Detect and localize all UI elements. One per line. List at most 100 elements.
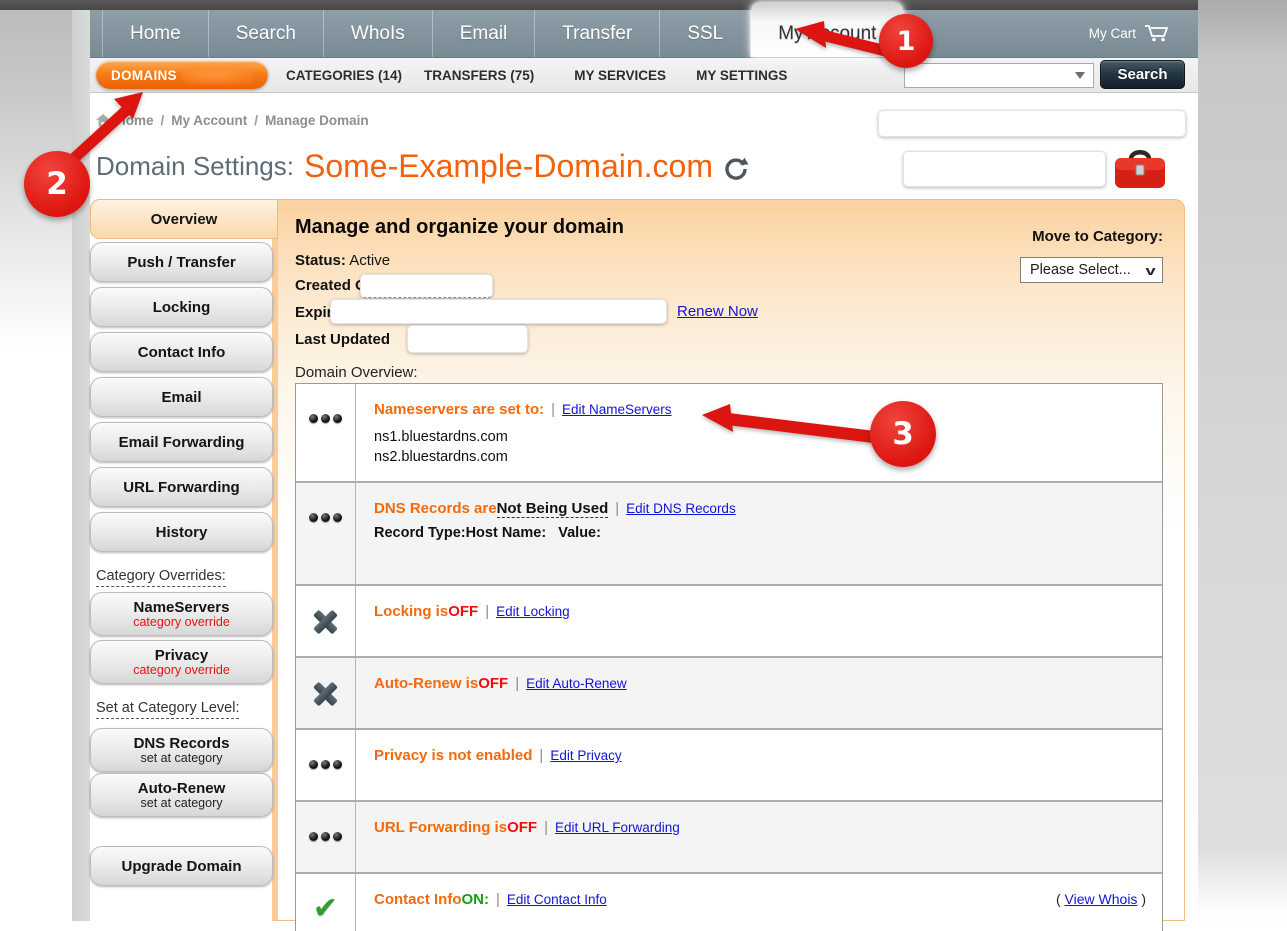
view-whois-link[interactable]: View Whois (1065, 891, 1138, 907)
dots-icon (309, 513, 342, 584)
redacted-text-blur (182, 65, 254, 84)
overview-row: Privacy is not enabled | Edit Privacy (296, 728, 1162, 800)
my-cart-label: My Cart (1089, 26, 1136, 41)
nav-tab-transfer[interactable]: Transfer (535, 10, 660, 57)
overview-row-title: ON: (462, 891, 490, 908)
overview-row-title: Not Being Used (497, 500, 609, 518)
category-select-value: Please Select... (1030, 262, 1131, 278)
overview-row: Auto-Renew is OFF|Edit Auto-Renew (296, 656, 1162, 728)
sidebar-item-upgrade-domain[interactable]: Upgrade Domain (90, 846, 273, 886)
page-title-domain: Some-Example-Domain.com (304, 148, 713, 185)
sidebar-item-dns-records[interactable]: DNS Recordsset at category (90, 728, 273, 772)
sidebar-item-subtext: category override (133, 615, 230, 629)
nav-tab-search[interactable]: Search (209, 10, 324, 57)
overview-row-icon-cell (296, 658, 356, 728)
check-icon: ✔ (313, 896, 338, 931)
separator: | (485, 603, 489, 620)
window-top-strip (0, 0, 1213, 10)
subnav-tab-my-services[interactable]: MY SERVICES (574, 68, 666, 83)
subnav-tab-transfers-75-[interactable]: TRANSFERS (75) (424, 68, 534, 83)
subnav-tab-domains-label: DOMAINS (111, 68, 177, 83)
domain-manager-screen: HomeSearchWhoIsEmailTransferSSLMy Accoun… (0, 0, 1287, 931)
overview-row-body: URL Forwarding is OFF|Edit URL Forwardin… (356, 802, 1162, 872)
edit-contact-info-link[interactable]: Edit Contact Info (507, 892, 607, 907)
redacted-box (330, 299, 667, 324)
nav-tab-ssl[interactable]: SSL (660, 10, 751, 57)
category-select[interactable]: Please Select... v (1020, 257, 1163, 283)
nav-tab-home[interactable]: Home (102, 10, 209, 57)
breadcrumb-separator: / (254, 113, 258, 128)
edit-nameservers-link[interactable]: Edit NameServers (562, 402, 672, 417)
nameserver-value: ns2.bluestardns.com (374, 447, 1144, 467)
sidebar-item-subtext: set at category (141, 796, 223, 810)
edit-privacy-link[interactable]: Edit Privacy (550, 748, 621, 763)
subnav-tab-my-settings[interactable]: MY SETTINGS (696, 68, 787, 83)
sidebar-item-email-forwarding[interactable]: Email Forwarding (90, 422, 273, 462)
overview-row-body: Locking is OFF|Edit Locking (356, 586, 1162, 656)
nav-tab-email[interactable]: Email (433, 10, 536, 57)
sidebar-item-contact-info[interactable]: Contact Info (90, 332, 273, 372)
overview-row-title: Privacy is not enabled (374, 747, 532, 764)
nameserver-value: ns1.bluestardns.com (374, 427, 1144, 447)
overview-row-icon-cell (296, 586, 356, 656)
my-cart-button[interactable]: My Cart (1089, 24, 1170, 42)
overview-row-icon-cell: ✔ (296, 874, 356, 931)
overview-row: Locking is OFF|Edit Locking (296, 584, 1162, 656)
toolbox-icon[interactable] (1114, 146, 1166, 190)
sidebar-item-label: Auto-Renew (138, 780, 226, 797)
overview-row-body: Contact Info ON:|Edit Contact Info( View… (356, 874, 1162, 931)
overview-row-icon-cell (296, 483, 356, 584)
sidebar-item-overview[interactable]: Overview (90, 199, 278, 239)
dots-icon (309, 414, 342, 481)
refresh-icon[interactable] (723, 156, 749, 182)
sidebar-section-label: Category Overrides: (96, 568, 226, 587)
sidebar-item-privacy[interactable]: Privacycategory override (90, 640, 273, 684)
breadcrumb-item-home[interactable]: Home (116, 113, 154, 128)
sidebar-item-url-forwarding[interactable]: URL Forwarding (90, 467, 273, 507)
redacted-box (360, 274, 493, 298)
sidebar-item-label: Upgrade Domain (121, 858, 241, 875)
overview-row: Nameservers are set to:|Edit NameServers… (296, 384, 1162, 481)
breadcrumb-item-manage-domain: Manage Domain (265, 113, 369, 128)
edit-auto-renew-link[interactable]: Edit Auto-Renew (526, 676, 627, 691)
chevron-down-icon: v (1145, 263, 1155, 278)
sidebar-item-history[interactable]: History (90, 512, 273, 552)
sidebar-item-push-transfer[interactable]: Push / Transfer (90, 242, 273, 282)
nav-tab-whois[interactable]: WhoIs (324, 10, 433, 57)
renew-now-link[interactable]: Renew Now (677, 303, 758, 320)
breadcrumb-item-my-account[interactable]: My Account (171, 113, 247, 128)
overview-row: URL Forwarding is OFF|Edit URL Forwardin… (296, 800, 1162, 872)
subnav-tab-categories-14-[interactable]: CATEGORIES (14) (286, 68, 402, 83)
updated-label: Last Updated (295, 331, 390, 348)
sidebar-item-email[interactable]: Email (90, 377, 273, 417)
callout-1: 1 (879, 14, 933, 68)
redacted-box (407, 325, 528, 353)
separator: | (539, 747, 543, 764)
sidebar-item-subtext: category override (133, 663, 230, 677)
account-sub-navigation: DOMAINS CATEGORIES (14) TRANSFERS (75) MY S… (90, 58, 1198, 93)
note-text: ( (1056, 891, 1065, 907)
sidebar-item-subtext: set at category (141, 751, 223, 765)
search-button[interactable]: Search (1100, 60, 1185, 89)
sidebar-item-label: URL Forwarding (123, 479, 239, 496)
edit-dns-records-link[interactable]: Edit DNS Records (626, 501, 736, 516)
section-heading: Manage and organize your domain (295, 216, 624, 239)
edit-locking-link[interactable]: Edit Locking (496, 604, 570, 619)
sidebar-item-auto-renew[interactable]: Auto-Renewset at category (90, 773, 273, 817)
dots-icon (309, 832, 342, 872)
dots-icon (309, 760, 342, 800)
domain-overview-table: Nameservers are set to: | Edit NameServers… (295, 383, 1163, 931)
overview-row-title: URL Forwarding is (374, 819, 507, 836)
overview-row-title: Nameservers are set to: (374, 401, 544, 418)
note-text: ) (1137, 891, 1146, 907)
separator: | (496, 891, 500, 908)
domain-search-combobox[interactable] (904, 63, 1094, 88)
sidebar-item-locking[interactable]: Locking (90, 287, 273, 327)
subnav-tab-domains[interactable]: DOMAINS (96, 61, 268, 89)
overview-row-title: OFF (478, 675, 508, 692)
breadcrumb: Home/My Account/Manage Domain (96, 113, 369, 128)
view-whois-note: ( View Whois ) (1056, 891, 1146, 907)
edit-url-forwarding-link[interactable]: Edit URL Forwarding (555, 820, 680, 835)
search-button-label: Search (1117, 66, 1167, 83)
sidebar-item-nameservers[interactable]: NameServerscategory override (90, 592, 273, 636)
